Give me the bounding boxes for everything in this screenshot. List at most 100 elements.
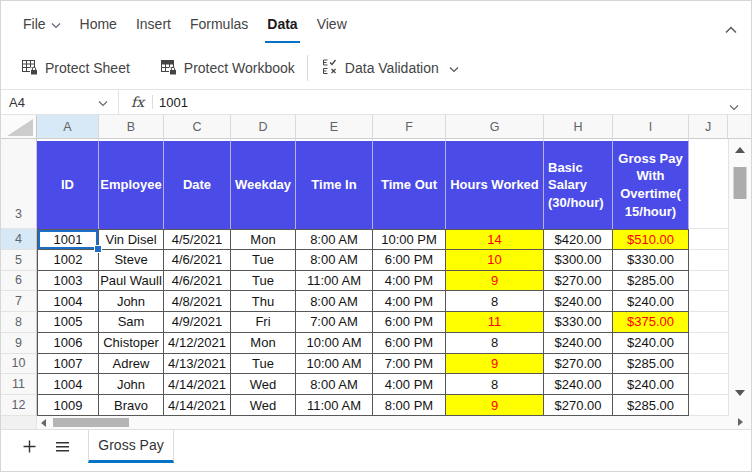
cell-C12[interactable]: 4/14/2021 <box>164 395 231 416</box>
sheet-list-button[interactable] <box>56 430 69 463</box>
cell-D5[interactable]: Tue <box>231 250 296 271</box>
menu-tab-view[interactable]: View <box>317 1 347 47</box>
cell-C11[interactable]: 4/14/2021 <box>164 374 231 395</box>
menu-tab-formulas[interactable]: Formulas <box>190 1 248 47</box>
scroll-down-icon[interactable] <box>735 390 745 396</box>
cell-I12[interactable]: $285.00 <box>613 395 689 416</box>
cell-E7[interactable]: 8:00 AM <box>296 291 373 312</box>
formula-input[interactable]: 1001 <box>159 95 188 110</box>
column-header-G[interactable]: G <box>446 115 544 139</box>
cell-F7[interactable]: 4:00 PM <box>373 291 446 312</box>
collapse-ribbon-icon[interactable] <box>725 20 737 38</box>
cell-H4[interactable]: $420.00 <box>544 229 613 250</box>
cell-B12[interactable]: Bravo <box>99 395 164 416</box>
cell-F10[interactable]: 7:00 PM <box>373 354 446 375</box>
cell-A4[interactable]: 1001 <box>37 229 99 250</box>
cell-E12[interactable]: 11:00 AM <box>296 395 373 416</box>
cell-J6[interactable] <box>689 271 728 292</box>
select-all-corner[interactable] <box>1 115 37 139</box>
cell-H7[interactable]: $240.00 <box>544 291 613 312</box>
cell-H9[interactable]: $240.00 <box>544 333 613 354</box>
add-sheet-button[interactable] <box>23 430 36 463</box>
cell-C5[interactable]: 4/6/2021 <box>164 250 231 271</box>
cell-J8[interactable] <box>689 312 728 333</box>
cell-D6[interactable]: Tue <box>231 271 296 292</box>
protect-workbook-button[interactable]: Protect Workbook <box>160 58 295 78</box>
cell-D7[interactable]: Thu <box>231 291 296 312</box>
cell-D9[interactable]: Mon <box>231 333 296 354</box>
cell-G10[interactable]: 9 <box>446 354 544 375</box>
cell-J9[interactable] <box>689 333 728 354</box>
cell-A10[interactable]: 1007 <box>37 354 99 375</box>
cell-I11[interactable]: $240.00 <box>613 374 689 395</box>
cell-A7[interactable]: 1004 <box>37 291 99 312</box>
cell-D12[interactable]: Wed <box>231 395 296 416</box>
cell-name-box[interactable]: A4 <box>1 90 119 114</box>
cell-A8[interactable]: 1005 <box>37 312 99 333</box>
column-header-D[interactable]: D <box>231 115 296 139</box>
column-header-F[interactable]: F <box>373 115 446 139</box>
menu-tab-insert[interactable]: Insert <box>136 1 171 47</box>
cell-F4[interactable]: 10:00 PM <box>373 229 446 250</box>
sheet-tab-gross-pay[interactable]: Gross Pay <box>88 430 174 463</box>
menu-tab-file[interactable]: File <box>23 1 61 47</box>
header-cell-C3[interactable]: Date <box>164 139 231 229</box>
cell-G6[interactable]: 9 <box>446 271 544 292</box>
cell-J3[interactable] <box>689 139 728 229</box>
row-header-12[interactable]: 12 <box>1 395 37 416</box>
cell-I9[interactable]: $240.00 <box>613 333 689 354</box>
row-header-3[interactable]: 3 <box>1 139 37 229</box>
cell-E4[interactable]: 8:00 AM <box>296 229 373 250</box>
horizontal-scroll-thumb[interactable] <box>53 418 129 427</box>
cell-J12[interactable] <box>689 395 728 416</box>
cell-F11[interactable]: 4:00 PM <box>373 374 446 395</box>
header-cell-G3[interactable]: Hours Worked <box>446 139 544 229</box>
cell-D8[interactable]: Fri <box>231 312 296 333</box>
cell-I5[interactable]: $330.00 <box>613 250 689 271</box>
row-header-8[interactable]: 8 <box>1 312 37 333</box>
column-header-H[interactable]: H <box>544 115 613 139</box>
cell-C6[interactable]: 4/6/2021 <box>164 271 231 292</box>
cell-G4[interactable]: 14 <box>446 229 544 250</box>
cell-J7[interactable] <box>689 291 728 312</box>
cell-H11[interactable]: $240.00 <box>544 374 613 395</box>
cell-B11[interactable]: John <box>99 374 164 395</box>
header-cell-A3[interactable]: ID <box>37 139 99 229</box>
cell-B7[interactable]: John <box>99 291 164 312</box>
column-header-A[interactable]: A <box>37 115 99 139</box>
cell-E5[interactable]: 8:00 AM <box>296 250 373 271</box>
cell-E10[interactable]: 10:00 AM <box>296 354 373 375</box>
cell-G9[interactable]: 8 <box>446 333 544 354</box>
cell-G8[interactable]: 11 <box>446 312 544 333</box>
cell-F9[interactable]: 6:00 PM <box>373 333 446 354</box>
cell-D4[interactable]: Mon <box>231 229 296 250</box>
cell-B9[interactable]: Chistoper <box>99 333 164 354</box>
column-header-E[interactable]: E <box>296 115 373 139</box>
cell-A12[interactable]: 1009 <box>37 395 99 416</box>
row-header-9[interactable]: 9 <box>1 333 37 354</box>
protect-sheet-button[interactable]: Protect Sheet <box>21 58 130 78</box>
cell-H12[interactable]: $270.00 <box>544 395 613 416</box>
cell-H8[interactable]: $330.00 <box>544 312 613 333</box>
cell-D11[interactable]: Wed <box>231 374 296 395</box>
header-cell-H3[interactable]: Basic Salary (30/hour) <box>544 139 613 229</box>
column-header-C[interactable]: C <box>164 115 231 139</box>
cell-J5[interactable] <box>689 250 728 271</box>
cell-H5[interactable]: $300.00 <box>544 250 613 271</box>
row-header-11[interactable]: 11 <box>1 374 37 395</box>
cell-E9[interactable]: 10:00 AM <box>296 333 373 354</box>
horizontal-scrollbar[interactable] <box>1 416 751 429</box>
row-header-6[interactable]: 6 <box>1 271 37 292</box>
scroll-up-icon[interactable] <box>735 147 745 153</box>
cell-J10[interactable] <box>689 354 728 375</box>
cell-A5[interactable]: 1002 <box>37 250 99 271</box>
cell-F12[interactable]: 8:00 PM <box>373 395 446 416</box>
cell-F8[interactable]: 6:00 PM <box>373 312 446 333</box>
cell-H6[interactable]: $270.00 <box>544 271 613 292</box>
cell-B5[interactable]: Steve <box>99 250 164 271</box>
cell-J11[interactable] <box>689 374 728 395</box>
column-header-I[interactable]: I <box>613 115 689 139</box>
row-header-5[interactable]: 5 <box>1 250 37 271</box>
header-cell-F3[interactable]: Time Out <box>373 139 446 229</box>
cell-B8[interactable]: Sam <box>99 312 164 333</box>
